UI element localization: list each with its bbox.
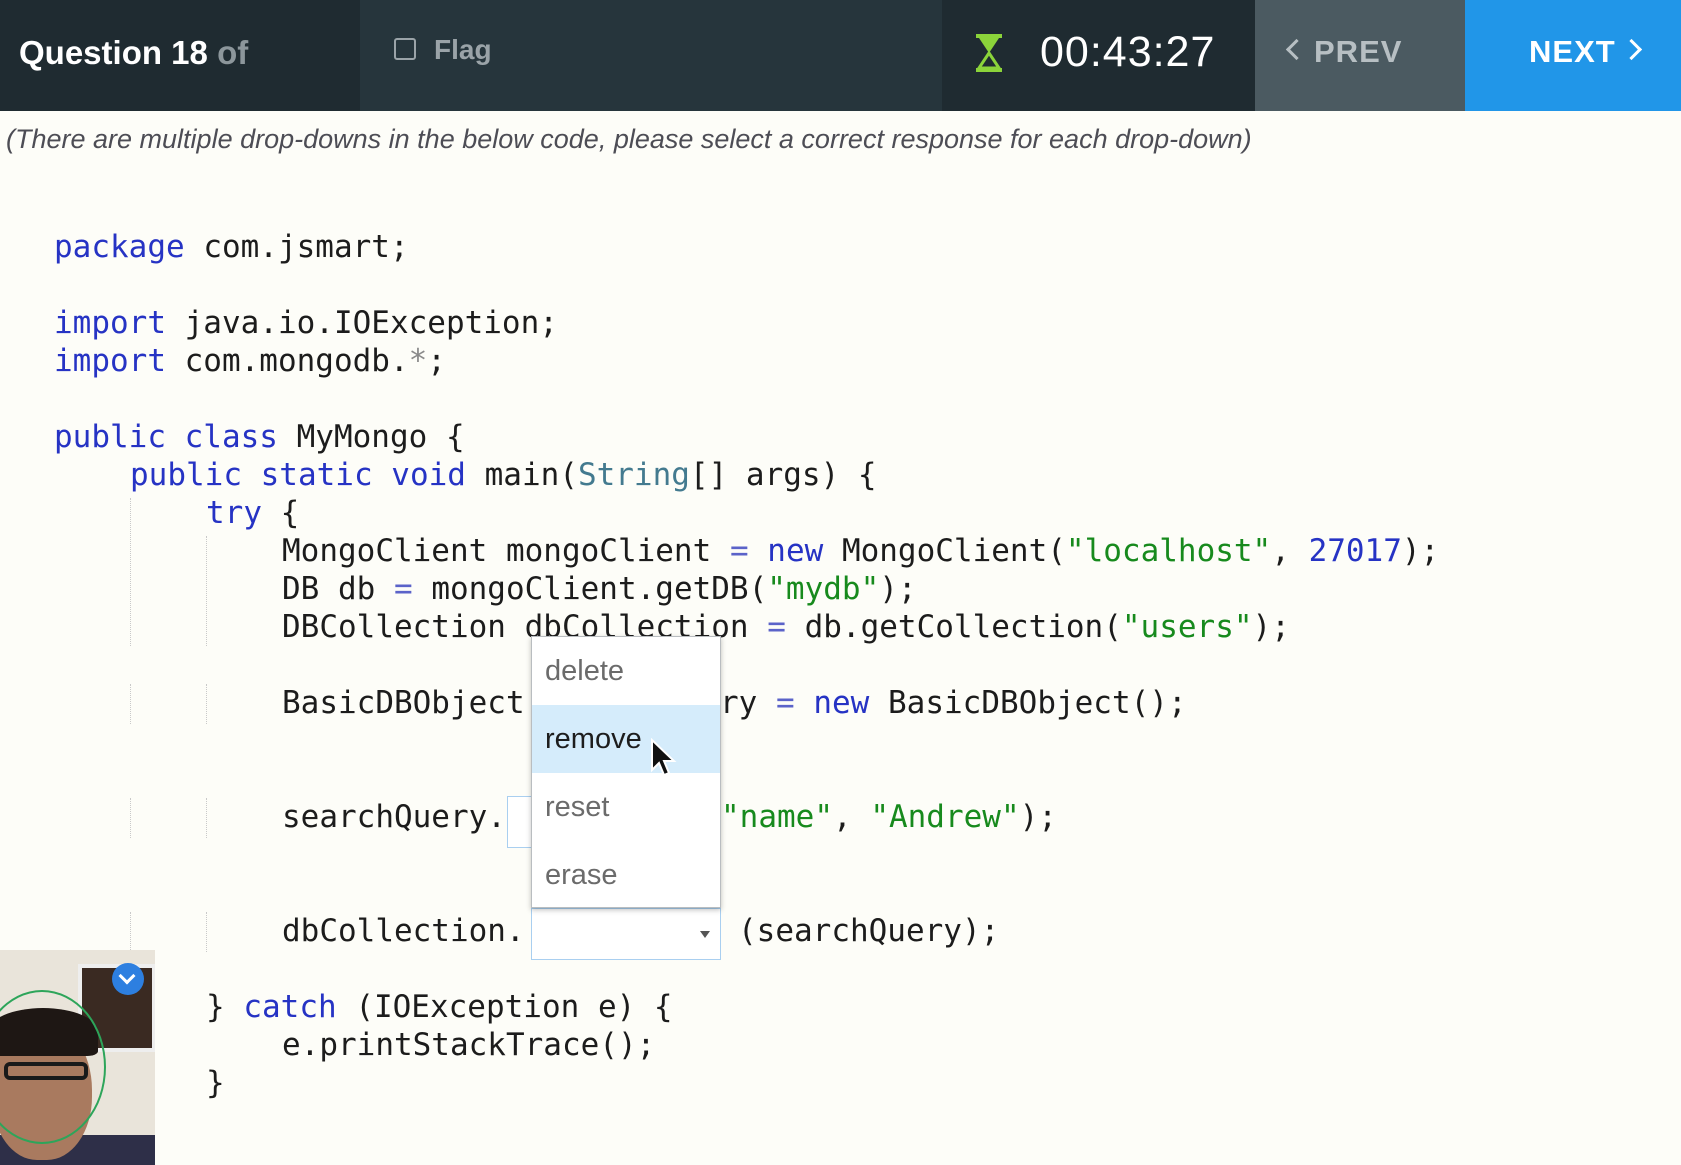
indent-guide: [130, 798, 131, 838]
code-line: "name", "Andrew");: [721, 799, 1057, 835]
indent-guide: [130, 912, 131, 952]
webcam-preview: [0, 950, 155, 1165]
code-line: import com.mongodb.*;: [54, 343, 446, 379]
chevron-down-icon: [700, 931, 710, 938]
question-indicator: Question 18 of: [0, 0, 360, 111]
question-of: of: [217, 34, 249, 71]
instruction-text: (There are multiple drop-downs in the be…: [6, 124, 1252, 154]
hourglass-icon: [976, 34, 1002, 72]
prev-label: PREV: [1314, 34, 1403, 69]
code-line: MongoClient mongoClient = new MongoClien…: [282, 533, 1440, 569]
code-line: import java.io.IOException;: [54, 305, 558, 341]
dropdown-option-erase[interactable]: erase: [532, 841, 720, 909]
code-line: } catch (IOException e) {: [206, 989, 673, 1025]
question-number: Question 18: [19, 34, 208, 71]
chevron-right-icon: [1620, 39, 1642, 61]
dropdown-select-3[interactable]: [531, 908, 721, 960]
code-line: try {: [206, 495, 300, 531]
code-line: ry = new BasicDBObject();: [720, 685, 1187, 721]
mouse-cursor-icon: [651, 738, 677, 777]
flag-label[interactable]: Flag: [434, 34, 492, 66]
code-line: (searchQuery);: [738, 913, 1000, 949]
next-label: NEXT: [1529, 34, 1616, 69]
dropdown-options-list[interactable]: delete remove reset erase: [531, 636, 721, 908]
code-line: DBCollection dbCollection = db.getCollec…: [282, 609, 1290, 645]
code-line: }: [206, 1065, 225, 1101]
dropdown-option-reset[interactable]: reset: [532, 773, 720, 841]
code-line: searchQuery.: [282, 799, 506, 835]
timer-display: 00:43:27: [1040, 28, 1216, 76]
dropdown-option-remove[interactable]: remove: [532, 705, 720, 773]
indent-guide: [206, 536, 207, 646]
timer-section: 00:43:27: [942, 0, 1255, 111]
chevron-left-icon: [1285, 39, 1308, 61]
code-line: public class MyMongo {: [54, 419, 465, 455]
indent-guide: [206, 798, 207, 838]
prev-button[interactable]: PREV: [1255, 0, 1465, 111]
top-bar: Question 18 of Flag 00:43:27 PREV NEXT: [0, 0, 1681, 111]
indent-guide: [206, 912, 207, 952]
dropdown-option-delete[interactable]: delete: [532, 637, 720, 705]
code-line: e.printStackTrace();: [282, 1027, 656, 1063]
question-title: Question 18 of: [19, 34, 248, 72]
flag-checkbox[interactable]: [394, 38, 416, 60]
next-button[interactable]: NEXT: [1465, 0, 1681, 111]
flag-section: Flag: [360, 0, 942, 111]
code-line: DB db = mongoClient.getDB("mydb");: [282, 571, 917, 607]
code-line: public static void main(String[] args) {: [130, 457, 877, 493]
indent-guide: [206, 684, 207, 724]
code-line: BasicDBObject: [282, 685, 525, 721]
verified-check-icon: [112, 963, 144, 995]
code-line: package com.jsmart;: [54, 229, 409, 265]
indent-guide: [130, 684, 131, 724]
code-line: dbCollection.: [282, 913, 525, 949]
indent-guide: [130, 498, 131, 646]
